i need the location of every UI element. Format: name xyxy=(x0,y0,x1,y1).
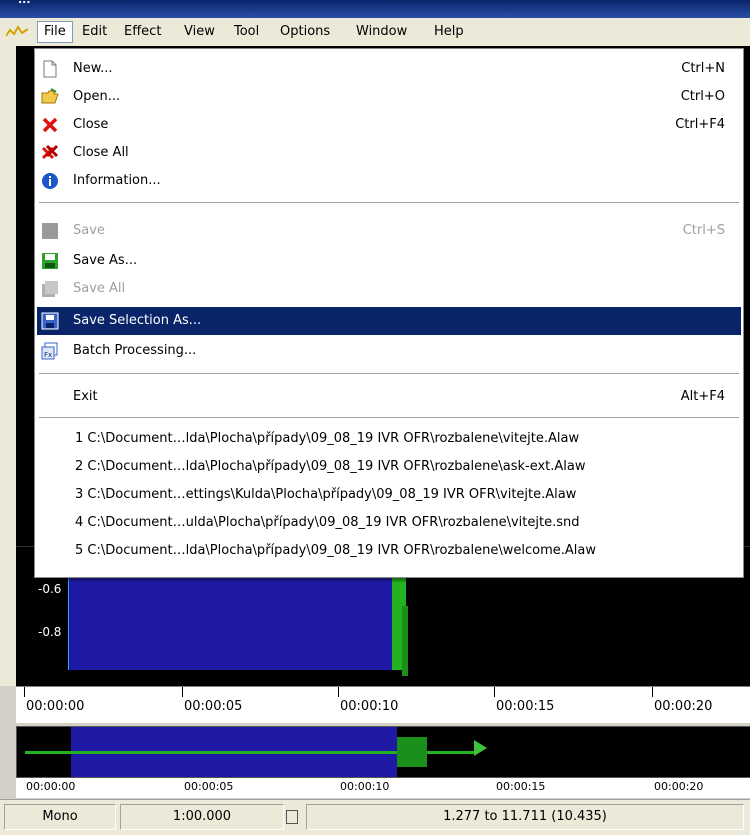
menu-item-label: Close xyxy=(73,117,109,132)
menu-item-label: Save As... xyxy=(73,253,138,268)
menu-file[interactable]: File xyxy=(37,21,73,43)
menu-item-save-all[interactable]: Save All xyxy=(37,275,741,303)
menu-window[interactable]: Window xyxy=(350,22,413,42)
overview-timeline-ruler: 00:00:00 00:00:05 00:00:10 00:00:15 00:0… xyxy=(16,778,750,798)
info-icon xyxy=(42,173,58,189)
menu-separator xyxy=(39,373,739,375)
save-all-icon xyxy=(42,281,58,297)
menu-separator xyxy=(39,202,739,204)
open-folder-icon xyxy=(41,88,59,104)
menu-item-shortcut: Ctrl+S xyxy=(682,223,725,238)
menu-tool[interactable]: Tool xyxy=(228,22,265,42)
overview-burst xyxy=(397,737,427,767)
waveform-selection[interactable] xyxy=(68,576,396,670)
toolbar-strip xyxy=(0,46,16,126)
status-bar: Mono 1:00.000 1.277 to 11.711 (10.435) xyxy=(0,799,750,835)
menu-item-new[interactable]: New... Ctrl+N xyxy=(37,55,741,83)
menu-item-label: Save Selection As... xyxy=(73,313,202,328)
menu-effect[interactable]: Effect xyxy=(118,22,167,42)
overview-tick-label: 00:00:00 xyxy=(26,780,76,793)
menu-item-save-selection-as[interactable]: Save Selection As... xyxy=(37,307,741,335)
tick xyxy=(338,687,339,697)
tick xyxy=(494,687,495,697)
timeline-tick-label: 00:00:20 xyxy=(654,699,713,714)
save-selection-icon xyxy=(41,312,59,330)
recent-file-label: 4 C:\Document…ulda\Plocha\případy\09_08_… xyxy=(75,515,580,530)
title-bar: ... xyxy=(0,0,750,18)
save-as-icon xyxy=(42,253,58,269)
menu-item-open[interactable]: Open... Ctrl+O xyxy=(37,83,741,111)
svg-text:Fx: Fx xyxy=(44,351,52,359)
status-channels: Mono xyxy=(4,804,116,830)
batch-icon: Fx xyxy=(41,342,58,360)
overview-tick-label: 00:00:20 xyxy=(654,780,704,793)
window-title: ... xyxy=(18,0,31,6)
menu-item-shortcut: Ctrl+N xyxy=(681,61,725,76)
menu-view[interactable]: View xyxy=(178,22,221,42)
tick xyxy=(24,687,25,697)
menu-item-label: Exit xyxy=(73,389,98,404)
menu-options[interactable]: Options xyxy=(274,22,336,42)
menu-item-batch-processing[interactable]: Fx Batch Processing... xyxy=(37,337,741,365)
app-icon xyxy=(6,25,28,37)
menu-bar: File Edit Effect View Tool Options Windo… xyxy=(0,18,750,47)
status-length: 1:00.000 xyxy=(120,804,284,830)
tick xyxy=(182,687,183,697)
amplitude-label: -0.8 xyxy=(38,625,62,639)
recent-file-label: 1 C:\Document…lda\Plocha\případy\09_08_1… xyxy=(75,431,580,446)
menu-item-label: Close All xyxy=(73,145,129,160)
menu-item-exit[interactable]: Exit Alt+F4 xyxy=(37,383,741,411)
menu-item-information[interactable]: Information... xyxy=(37,167,741,195)
menu-item-save[interactable]: Save Ctrl+S xyxy=(37,217,741,245)
length-icon xyxy=(286,810,298,824)
amplitude-label: -0.6 xyxy=(38,582,62,596)
recent-file-label: 3 C:\Document…ettings\Kulda\Plocha\přípa… xyxy=(75,487,577,502)
tick xyxy=(652,687,653,697)
overview-tick-label: 00:00:05 xyxy=(184,780,234,793)
recent-file-2[interactable]: 2 C:\Document…lda\Plocha\případy\09_08_1… xyxy=(37,453,741,481)
menu-item-shortcut: Ctrl+F4 xyxy=(675,117,725,132)
close-all-icon xyxy=(41,144,59,160)
recent-file-4[interactable]: 4 C:\Document…ulda\Plocha\případy\09_08_… xyxy=(37,509,741,537)
menu-help[interactable]: Help xyxy=(428,22,470,42)
timeline-tick-label: 00:00:10 xyxy=(340,699,399,714)
menu-item-label: New... xyxy=(73,61,113,76)
menu-item-shortcut: Ctrl+O xyxy=(680,89,725,104)
new-document-icon xyxy=(43,60,57,78)
menu-item-close-all[interactable]: Close All xyxy=(37,139,741,167)
timeline-tick-label: 00:00:15 xyxy=(496,699,555,714)
play-cursor-icon[interactable] xyxy=(474,740,487,756)
overview-waveform[interactable] xyxy=(16,726,750,778)
save-icon xyxy=(42,223,58,239)
menu-item-label: Information... xyxy=(73,173,161,188)
overview-tick-label: 00:00:15 xyxy=(496,780,546,793)
menu-item-save-as[interactable]: Save As... xyxy=(37,247,741,275)
overview-tick-label: 00:00:10 xyxy=(340,780,390,793)
menu-item-label: Batch Processing... xyxy=(73,343,197,358)
amplitude-ruler xyxy=(0,126,16,686)
menu-item-shortcut: Alt+F4 xyxy=(680,389,725,404)
status-selection: 1.277 to 11.711 (10.435) xyxy=(306,804,744,830)
timeline-ruler[interactable]: 00:00:00 00:00:05 00:00:10 00:00:15 00:0… xyxy=(16,686,750,723)
recent-file-label: 5 C:\Document…lda\Plocha\případy\09_08_1… xyxy=(75,543,596,558)
waveform-burst-tail xyxy=(402,606,408,676)
red-x-icon xyxy=(42,117,58,133)
menu-item-label: Open... xyxy=(73,89,121,104)
recent-file-1[interactable]: 1 C:\Document…lda\Plocha\případy\09_08_1… xyxy=(37,425,741,453)
recent-file-5[interactable]: 5 C:\Document…lda\Plocha\případy\09_08_1… xyxy=(37,537,741,565)
menu-item-close[interactable]: Close Ctrl+F4 xyxy=(37,111,741,139)
timeline-tick-label: 00:00:05 xyxy=(184,699,243,714)
recent-file-3[interactable]: 3 C:\Document…ettings\Kulda\Plocha\přípa… xyxy=(37,481,741,509)
menu-edit[interactable]: Edit xyxy=(76,22,113,42)
menu-item-label: Save All xyxy=(73,281,126,296)
file-menu-dropdown: New... Ctrl+N Open... Ctrl+O Close Ctrl+… xyxy=(34,48,744,578)
recent-file-label: 2 C:\Document…lda\Plocha\případy\09_08_1… xyxy=(75,459,586,474)
menu-separator xyxy=(39,417,739,419)
timeline-tick-label: 00:00:00 xyxy=(26,699,85,714)
menu-item-label: Save xyxy=(73,223,105,238)
